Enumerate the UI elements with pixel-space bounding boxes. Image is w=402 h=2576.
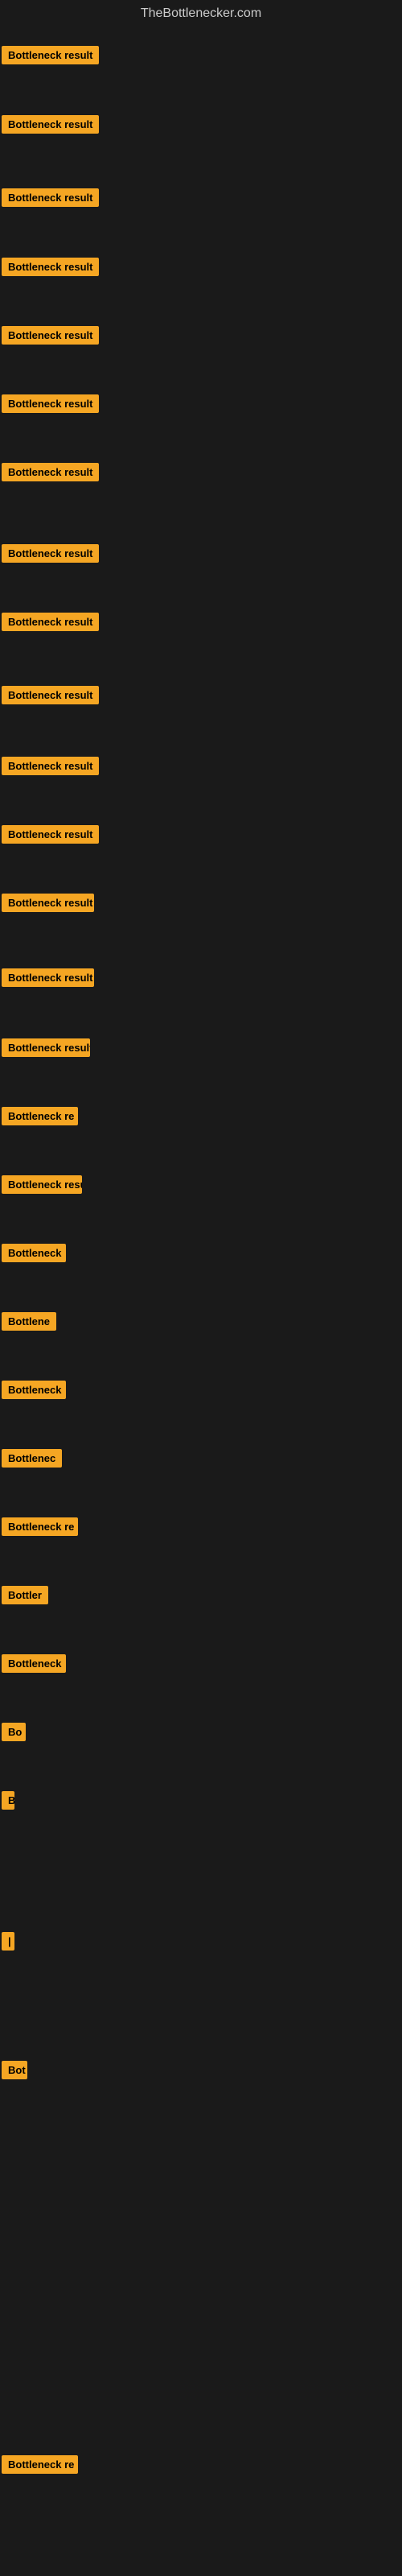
bottleneck-row-0: Bottleneck result [0,46,402,90]
bottleneck-row-8: Bottleneck result [0,613,402,657]
bottleneck-badge-1[interactable]: Bottleneck result [2,115,99,134]
bottleneck-row-23: Bottleneck [0,1654,402,1699]
bottleneck-badge-7[interactable]: Bottleneck result [2,544,99,563]
bottleneck-badge-9[interactable]: Bottleneck result [2,686,99,704]
bottleneck-badge-10[interactable]: Bottleneck result [2,757,99,775]
bottleneck-row-22: Bottler [0,1586,402,1630]
bottleneck-row-19: Bottleneck [0,1381,402,1425]
bottleneck-row-3: Bottleneck result [0,258,402,302]
bottleneck-row-4: Bottleneck result [0,326,402,370]
bottleneck-badge-16[interactable]: Bottleneck resu [2,1175,82,1194]
bottleneck-row-18: Bottlene [0,1312,402,1356]
bottleneck-badge-25[interactable]: B [2,1791,14,1810]
bottleneck-row-28: Bottleneck re [0,2455,402,2500]
bottleneck-row-16: Bottleneck resu [0,1175,402,1220]
bottleneck-row-7: Bottleneck result [0,544,402,588]
bottleneck-badge-11[interactable]: Bottleneck result [2,825,99,844]
bottleneck-badge-6[interactable]: Bottleneck result [2,463,99,481]
bottleneck-row-25: B [0,1791,402,1835]
bottleneck-badge-12[interactable]: Bottleneck result [2,894,94,912]
bottleneck-row-15: Bottleneck re [0,1107,402,1151]
bottleneck-badge-23[interactable]: Bottleneck [2,1654,66,1673]
bottleneck-badge-13[interactable]: Bottleneck result [2,968,94,987]
bottleneck-row-5: Bottleneck result [0,394,402,439]
bottleneck-row-10: Bottleneck result [0,757,402,801]
bottleneck-row-17: Bottleneck [0,1244,402,1288]
bottleneck-badge-14[interactable]: Bottleneck result [2,1038,90,1057]
bottleneck-row-12: Bottleneck result [0,894,402,938]
bottleneck-row-9: Bottleneck result [0,686,402,730]
bottleneck-badge-22[interactable]: Bottler [2,1586,48,1604]
bottleneck-row-20: Bottlenec [0,1449,402,1493]
bottleneck-row-24: Bo [0,1723,402,1767]
bottleneck-row-21: Bottleneck re [0,1517,402,1562]
bottleneck-row-2: Bottleneck result [0,188,402,233]
site-title: TheBottlenecker.com [0,0,402,27]
bottleneck-row-1: Bottleneck result [0,115,402,159]
bottleneck-badge-28[interactable]: Bottleneck re [2,2455,78,2474]
bottleneck-row-13: Bottleneck result [0,968,402,1013]
bottleneck-row-14: Bottleneck result [0,1038,402,1083]
bottleneck-badge-20[interactable]: Bottlenec [2,1449,62,1468]
bottleneck-row-26: | [0,1932,402,1976]
bottleneck-row-11: Bottleneck result [0,825,402,869]
bottleneck-badge-18[interactable]: Bottlene [2,1312,56,1331]
bottleneck-badge-19[interactable]: Bottleneck [2,1381,66,1399]
bottleneck-badge-0[interactable]: Bottleneck result [2,46,99,64]
bottleneck-badge-15[interactable]: Bottleneck re [2,1107,78,1125]
bottleneck-badge-3[interactable]: Bottleneck result [2,258,99,276]
bottleneck-row-6: Bottleneck result [0,463,402,507]
bottleneck-badge-17[interactable]: Bottleneck [2,1244,66,1262]
bottleneck-badge-24[interactable]: Bo [2,1723,26,1741]
bottleneck-row-27: Bot [0,2061,402,2105]
bottleneck-badge-21[interactable]: Bottleneck re [2,1517,78,1536]
bottleneck-badge-5[interactable]: Bottleneck result [2,394,99,413]
bottleneck-badge-4[interactable]: Bottleneck result [2,326,99,345]
bottleneck-badge-8[interactable]: Bottleneck result [2,613,99,631]
bottleneck-badge-27[interactable]: Bot [2,2061,27,2079]
bottleneck-badge-26[interactable]: | [2,1932,14,1951]
bottleneck-badge-2[interactable]: Bottleneck result [2,188,99,207]
